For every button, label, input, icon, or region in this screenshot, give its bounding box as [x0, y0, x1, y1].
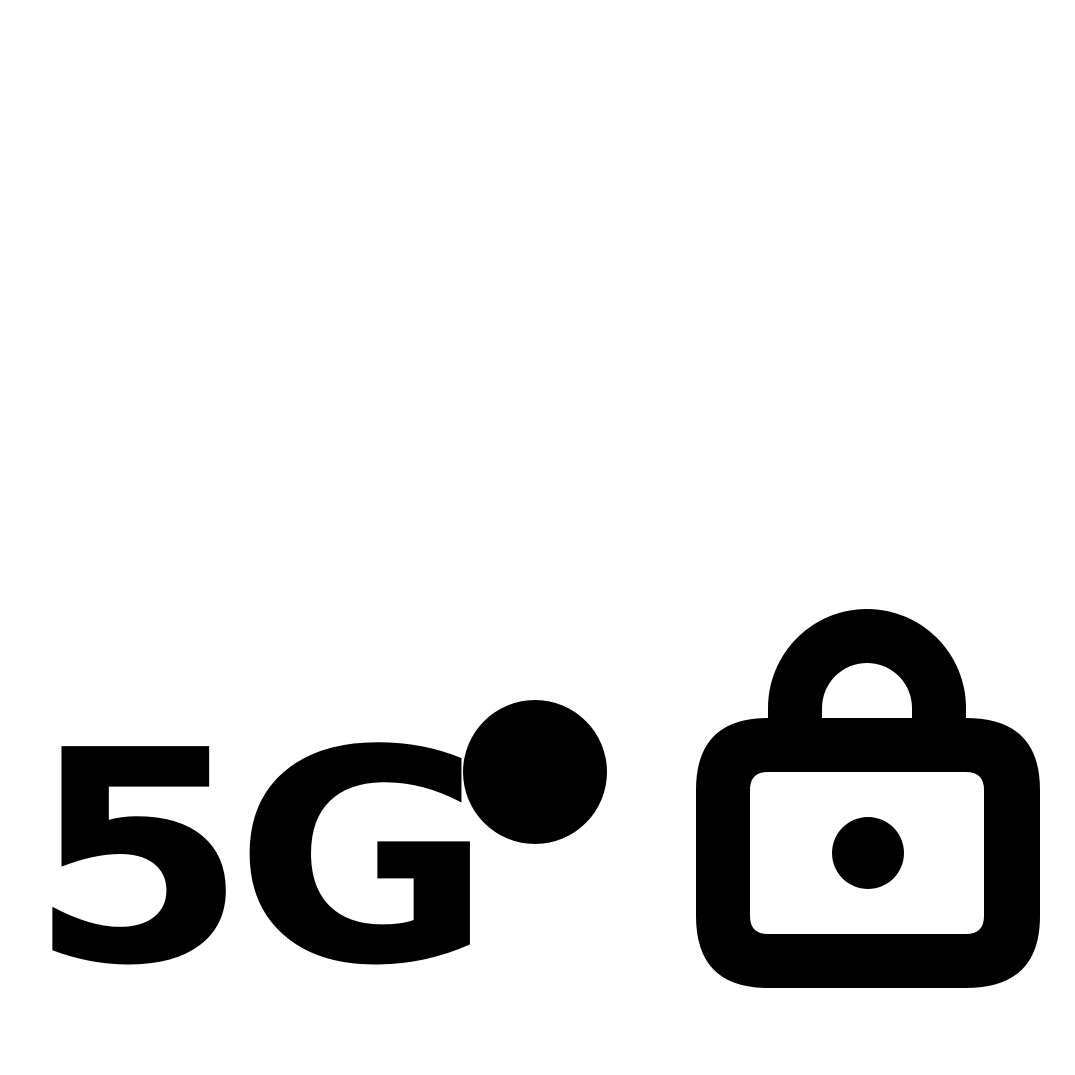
- dot-icon: [463, 700, 607, 844]
- lock-keyhole: [832, 817, 904, 889]
- status-icon: 5G: [0, 0, 1075, 1075]
- lock-icon: [696, 609, 1040, 988]
- status-icon-graphics: [463, 609, 1040, 988]
- lock-shackle: [768, 609, 966, 718]
